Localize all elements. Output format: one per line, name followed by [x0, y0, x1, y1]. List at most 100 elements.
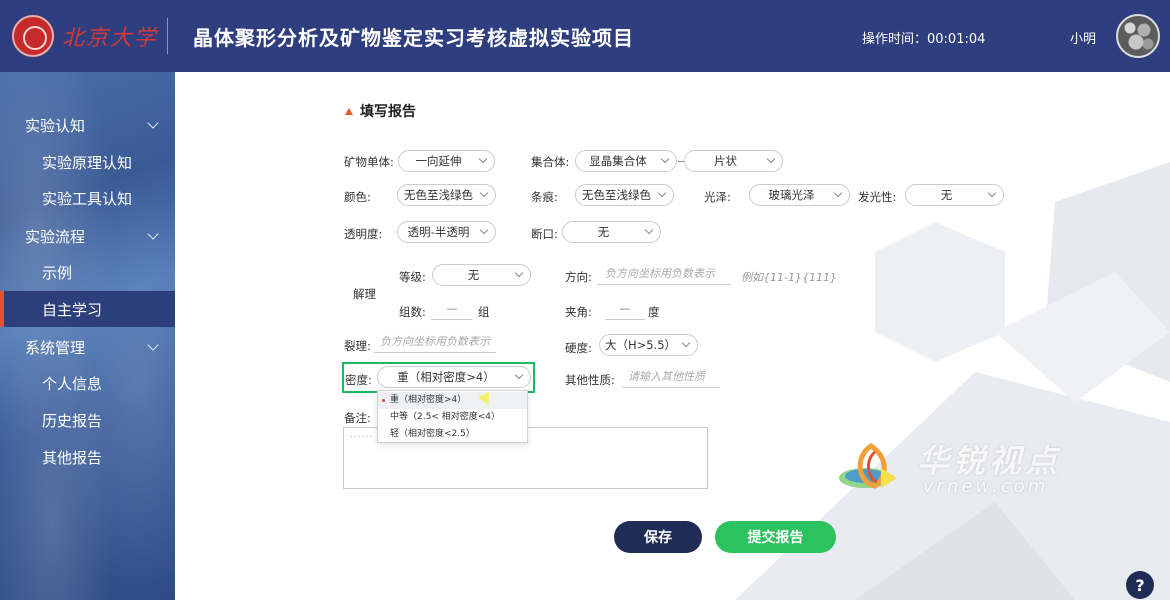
- sidebar-item-tools[interactable]: 实验工具认知: [0, 180, 175, 216]
- top-header: 北京大学 晶体聚形分析及矿物鉴定实习考核虚拟实验项目 操作时间：00:01:04…: [0, 0, 1170, 72]
- aggregate-select-1[interactable]: 显晶集合体: [575, 150, 677, 172]
- chevron-down-icon: [514, 268, 524, 278]
- other-properties-label: 其他性质:: [565, 373, 615, 387]
- hardness-value: 大（H>5.5）: [604, 338, 677, 352]
- avatar[interactable]: [1116, 14, 1160, 58]
- luminescence-label: 发光性:: [858, 190, 897, 204]
- cleavage-direction-example: 例如{11-1}{111}: [741, 271, 837, 284]
- university-seal-icon: [12, 15, 54, 57]
- hardness-label: 硬度:: [565, 341, 592, 355]
- chevron-down-icon: [644, 225, 654, 235]
- cleavage-angle-unit: 度: [648, 305, 660, 319]
- aggregate-select-2[interactable]: 片状: [684, 150, 783, 172]
- sidebar-item-label: 自主学习: [42, 300, 103, 319]
- sidebar-item-history[interactable]: 历史报告: [0, 402, 175, 438]
- other-properties-input[interactable]: 请输入其他性质: [622, 368, 720, 388]
- density-option-label: 中等（2.5< 相对密度<4）: [390, 412, 500, 422]
- header-divider: [167, 18, 168, 54]
- sidebar-item-example[interactable]: 示例: [0, 254, 175, 290]
- cleavage-angle-input[interactable]: —: [605, 300, 645, 320]
- color-label: 颜色:: [344, 190, 371, 204]
- logo-text: 北京大学: [62, 26, 159, 51]
- watermark-en: vrnew.com: [923, 476, 1049, 497]
- section-title: 填写报告: [345, 101, 416, 121]
- sidebar: 实验认知 实验原理认知 实验工具认知 实验流程 示例 自主学习 系统管理 个人信…: [0, 72, 175, 600]
- chevron-down-icon: [479, 188, 489, 198]
- chevron-down-icon: [681, 338, 691, 348]
- save-button[interactable]: 保存: [614, 521, 702, 553]
- streak-label: 条痕:: [531, 190, 558, 204]
- sidebar-group-system[interactable]: 系统管理: [0, 330, 175, 364]
- cleavage-direction-label: 方向:: [565, 270, 592, 284]
- cleavage-direction-input[interactable]: 负方向坐标用负数表示: [597, 265, 731, 285]
- page-title: 晶体聚形分析及矿物鉴定实习考核虚拟实验项目: [193, 26, 634, 50]
- hardness-select[interactable]: 大（H>5.5）: [599, 334, 698, 356]
- density-select[interactable]: 重（相对密度>4）: [377, 366, 531, 388]
- streak-value: 无色至浅绿色: [582, 188, 651, 202]
- color-value: 无色至浅绿色: [404, 188, 473, 202]
- sidebar-group-label: 实验认知: [25, 116, 86, 135]
- section-title-text: 填写报告: [360, 104, 416, 120]
- density-option-label: 重（相对密度>4）: [390, 395, 467, 405]
- sidebar-item-label: 其他报告: [42, 448, 103, 467]
- streak-select[interactable]: 无色至浅绿色: [575, 184, 674, 206]
- cleavage-grade-label: 等级:: [399, 270, 426, 284]
- sidebar-group-cognition[interactable]: 实验认知: [0, 108, 175, 142]
- cleavage-sets-label: 组数:: [399, 305, 426, 319]
- chevron-down-icon: [833, 188, 843, 198]
- cleavage-grade-select[interactable]: 无: [432, 264, 531, 286]
- density-option-label: 轻（相对密度<2.5）: [390, 429, 475, 439]
- chevron-down-icon: [766, 154, 776, 164]
- sidebar-item-profile[interactable]: 个人信息: [0, 365, 175, 401]
- luster-value: 玻璃光泽: [768, 188, 815, 202]
- mineral-single-label: 矿物单体:: [344, 155, 394, 169]
- chevron-down-icon: [514, 370, 524, 380]
- transparency-label: 透明度:: [344, 227, 383, 241]
- sidebar-item-label: 实验工具认知: [42, 189, 133, 208]
- sidebar-item-label: 示例: [42, 263, 73, 282]
- sidebar-item-principle[interactable]: 实验原理认知: [0, 144, 175, 180]
- watermark: 华锐视点 vrnew.com: [835, 436, 1095, 506]
- watermark-logo-icon: [839, 443, 897, 489]
- sidebar-item-label: 历史报告: [42, 411, 103, 430]
- density-value: 重（相对密度>4）: [397, 370, 495, 384]
- color-select[interactable]: 无色至浅绿色: [397, 184, 496, 206]
- chevron-down-icon: [479, 225, 489, 235]
- mouse-cursor-icon: [478, 392, 494, 408]
- help-button[interactable]: ?: [1126, 571, 1154, 599]
- notes-label: 备注:: [344, 411, 371, 425]
- chevron-down-icon: [987, 188, 997, 198]
- mineral-single-value: 一向延伸: [415, 154, 462, 168]
- chevron-down-icon: [478, 154, 488, 164]
- parting-input[interactable]: 负方向坐标用负数表示: [374, 333, 496, 353]
- submit-report-button[interactable]: 提交报告: [715, 521, 836, 553]
- transparency-select[interactable]: 透明-半透明: [397, 221, 496, 243]
- cleavage-sets-input[interactable]: —: [431, 300, 473, 320]
- luminescence-select[interactable]: 无: [905, 184, 1004, 206]
- chevron-down-icon: [147, 117, 159, 129]
- density-dropdown-menu: 重（相对密度>4） 中等（2.5< 相对密度<4） 轻（相对密度<2.5）: [377, 390, 528, 443]
- chevron-down-icon: [660, 154, 670, 164]
- aggregate-label: 集合体:: [531, 155, 570, 169]
- aggregate-value-1: 显晶集合体: [589, 154, 647, 168]
- density-option-medium[interactable]: 中等（2.5< 相对密度<4）: [378, 409, 527, 426]
- aggregate-value-2: 片状: [714, 154, 737, 168]
- sidebar-item-label: 实验原理认知: [42, 153, 133, 172]
- mineral-single-select[interactable]: 一向延伸: [398, 150, 495, 172]
- density-option-heavy[interactable]: 重（相对密度>4）: [378, 392, 527, 409]
- density-label: 密度:: [345, 373, 372, 387]
- main-content: 填写报告 矿物单体: 一向延伸 集合体: 显晶集合体 片状 颜色: 无色至浅绿色…: [175, 72, 1170, 600]
- sidebar-item-self-study[interactable]: 自主学习: [0, 291, 175, 327]
- sidebar-item-label: 个人信息: [42, 374, 103, 393]
- luster-label: 光泽:: [704, 190, 731, 204]
- sidebar-group-label: 系统管理: [25, 338, 86, 357]
- sidebar-group-process[interactable]: 实验流程: [0, 219, 175, 253]
- triangle-icon: [345, 107, 353, 115]
- density-option-light[interactable]: 轻（相对密度<2.5）: [378, 426, 527, 443]
- fracture-value: 无: [597, 225, 610, 239]
- chevron-down-icon: [147, 228, 159, 240]
- user-name[interactable]: 小明: [1070, 28, 1096, 47]
- sidebar-item-other-reports[interactable]: 其他报告: [0, 439, 175, 475]
- luster-select[interactable]: 玻璃光泽: [749, 184, 850, 206]
- fracture-select[interactable]: 无: [562, 221, 661, 243]
